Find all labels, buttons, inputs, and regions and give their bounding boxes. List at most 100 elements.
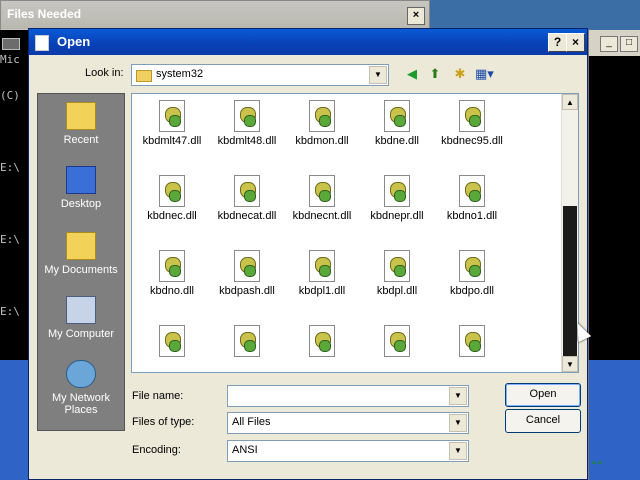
file-item[interactable] [134,325,210,360]
file-name-input[interactable]: ▼ [227,385,469,407]
file-item[interactable]: kbdne.dll [359,100,435,147]
file-item[interactable]: kbdpl1.dll [284,250,360,297]
place-my-computer[interactable]: My Computer [38,296,124,340]
dll-file-icon [234,100,260,132]
file-item[interactable]: kbdnecnt.dll [284,175,360,222]
close-button[interactable]: × [566,33,585,52]
files-needed-close-button[interactable]: × [407,7,425,25]
file-item[interactable] [209,325,285,360]
file-item[interactable]: kbdmlt48.dll [209,100,285,147]
place-recent[interactable]: Recent [38,102,124,146]
file-label: kbdno1.dll [446,210,498,222]
desktop-icon [66,166,96,194]
dll-file-icon [459,100,485,132]
file-label: kbdmon.dll [295,135,349,147]
dll-file-icon [459,175,485,207]
file-label: kbdnec.dll [147,210,197,222]
file-item[interactable]: kbdno.dll [134,250,210,297]
file-label: kbdmlt48.dll [217,135,277,147]
encoding-label: Encoding: [132,444,181,456]
place-desktop[interactable]: Desktop [38,166,124,210]
look-in-label: Look in: [85,67,124,79]
dialog-title: Open [57,34,91,49]
file-label: kbdpl1.dll [298,285,346,297]
dll-file-icon [384,100,410,132]
console-controls: _ □ [586,30,640,56]
file-list: kbdmlt47.dll kbdmlt48.dll kbdmon.dll kbd… [131,93,579,373]
place-label: My Computer [47,328,115,340]
encoding-dropdown[interactable]: ANSI ▼ [227,440,469,462]
help-button[interactable]: ? [548,33,567,52]
file-item[interactable]: kbdnec.dll [134,175,210,222]
back-icon[interactable]: ◀ [403,65,421,83]
dll-file-icon [384,175,410,207]
place-label: My Documents [44,264,118,276]
files-needed-titlebar: Files Needed [1,1,429,29]
dll-file-icon [159,100,185,132]
file-item[interactable] [434,325,510,360]
console-line: E:\ [0,161,20,174]
console-line: (C) [0,89,20,102]
file-label: kbdmlt47.dll [142,135,202,147]
open-dialog: Open ? × Look in: system32 ▼ ◀ ⬆ ✱ ▦▾ Re… [28,28,588,480]
place-label: Desktop [60,198,102,210]
dll-file-icon [384,250,410,282]
file-label: kbdpo.dll [449,285,495,297]
file-item[interactable]: kbdpash.dll [209,250,285,297]
file-label: kbdno.dll [149,285,195,297]
chevron-down-icon[interactable]: ▼ [449,442,467,460]
chevron-down-icon[interactable]: ▼ [369,66,387,84]
dll-file-icon [234,250,260,282]
look-in-dropdown[interactable]: system32 ▼ [131,64,389,86]
minimize-button[interactable]: _ [600,36,618,52]
file-item[interactable]: kbdmlt47.dll [134,100,210,147]
view-menu-icon[interactable]: ▦▾ [475,65,494,83]
file-item[interactable]: kbdnecat.dll [209,175,285,222]
look-in-value: system32 [156,68,204,80]
console-line: Mic [0,53,20,66]
files-of-type-value: All Files [232,416,271,428]
open-button[interactable]: Open [505,383,581,407]
file-label: kbdnepr.dll [370,210,424,222]
chevron-down-icon[interactable]: ▼ [449,387,467,405]
places-bar: Recent Desktop My Documents My Computer … [37,93,125,431]
file-item[interactable]: kbdnepr.dll [359,175,435,222]
file-item[interactable]: kbdno1.dll [434,175,510,222]
dll-file-icon [309,325,335,357]
tray-icon: • • [592,458,602,469]
dll-file-icon [159,250,185,282]
file-label: kbdnec95.dll [441,135,503,147]
my-documents-icon [66,232,96,260]
file-item[interactable] [359,325,435,360]
dialog-titlebar[interactable]: Open ? × [29,29,587,55]
place-my-documents[interactable]: My Documents [38,232,124,276]
dll-file-icon [309,175,335,207]
file-label: kbdpash.dll [219,285,275,297]
file-item[interactable] [284,325,360,360]
maximize-button[interactable]: □ [620,36,638,52]
chevron-down-icon[interactable]: ▼ [449,414,467,432]
cancel-button[interactable]: Cancel [505,409,581,433]
scroll-up-icon[interactable]: ▲ [562,94,578,110]
encoding-value: ANSI [232,444,258,456]
dll-file-icon [309,100,335,132]
file-label: kbdnecnt.dll [292,210,352,222]
file-item[interactable]: kbdnec95.dll [434,100,510,147]
files-of-type-dropdown[interactable]: All Files ▼ [227,412,469,434]
dll-file-icon [159,175,185,207]
file-item[interactable]: kbdpl.dll [359,250,435,297]
new-folder-icon[interactable]: ✱ [451,65,469,83]
file-item[interactable]: kbdpo.dll [434,250,510,297]
document-icon [35,35,49,51]
scroll-down-icon[interactable]: ▼ [562,356,578,372]
file-item[interactable]: kbdmon.dll [284,100,360,147]
dll-file-icon [309,250,335,282]
place-network[interactable]: My Network Places [38,360,124,416]
up-folder-icon[interactable]: ⬆ [426,65,444,83]
recent-icon [66,102,96,130]
file-label: kbdnecat.dll [217,210,277,222]
dll-file-icon [159,325,185,357]
